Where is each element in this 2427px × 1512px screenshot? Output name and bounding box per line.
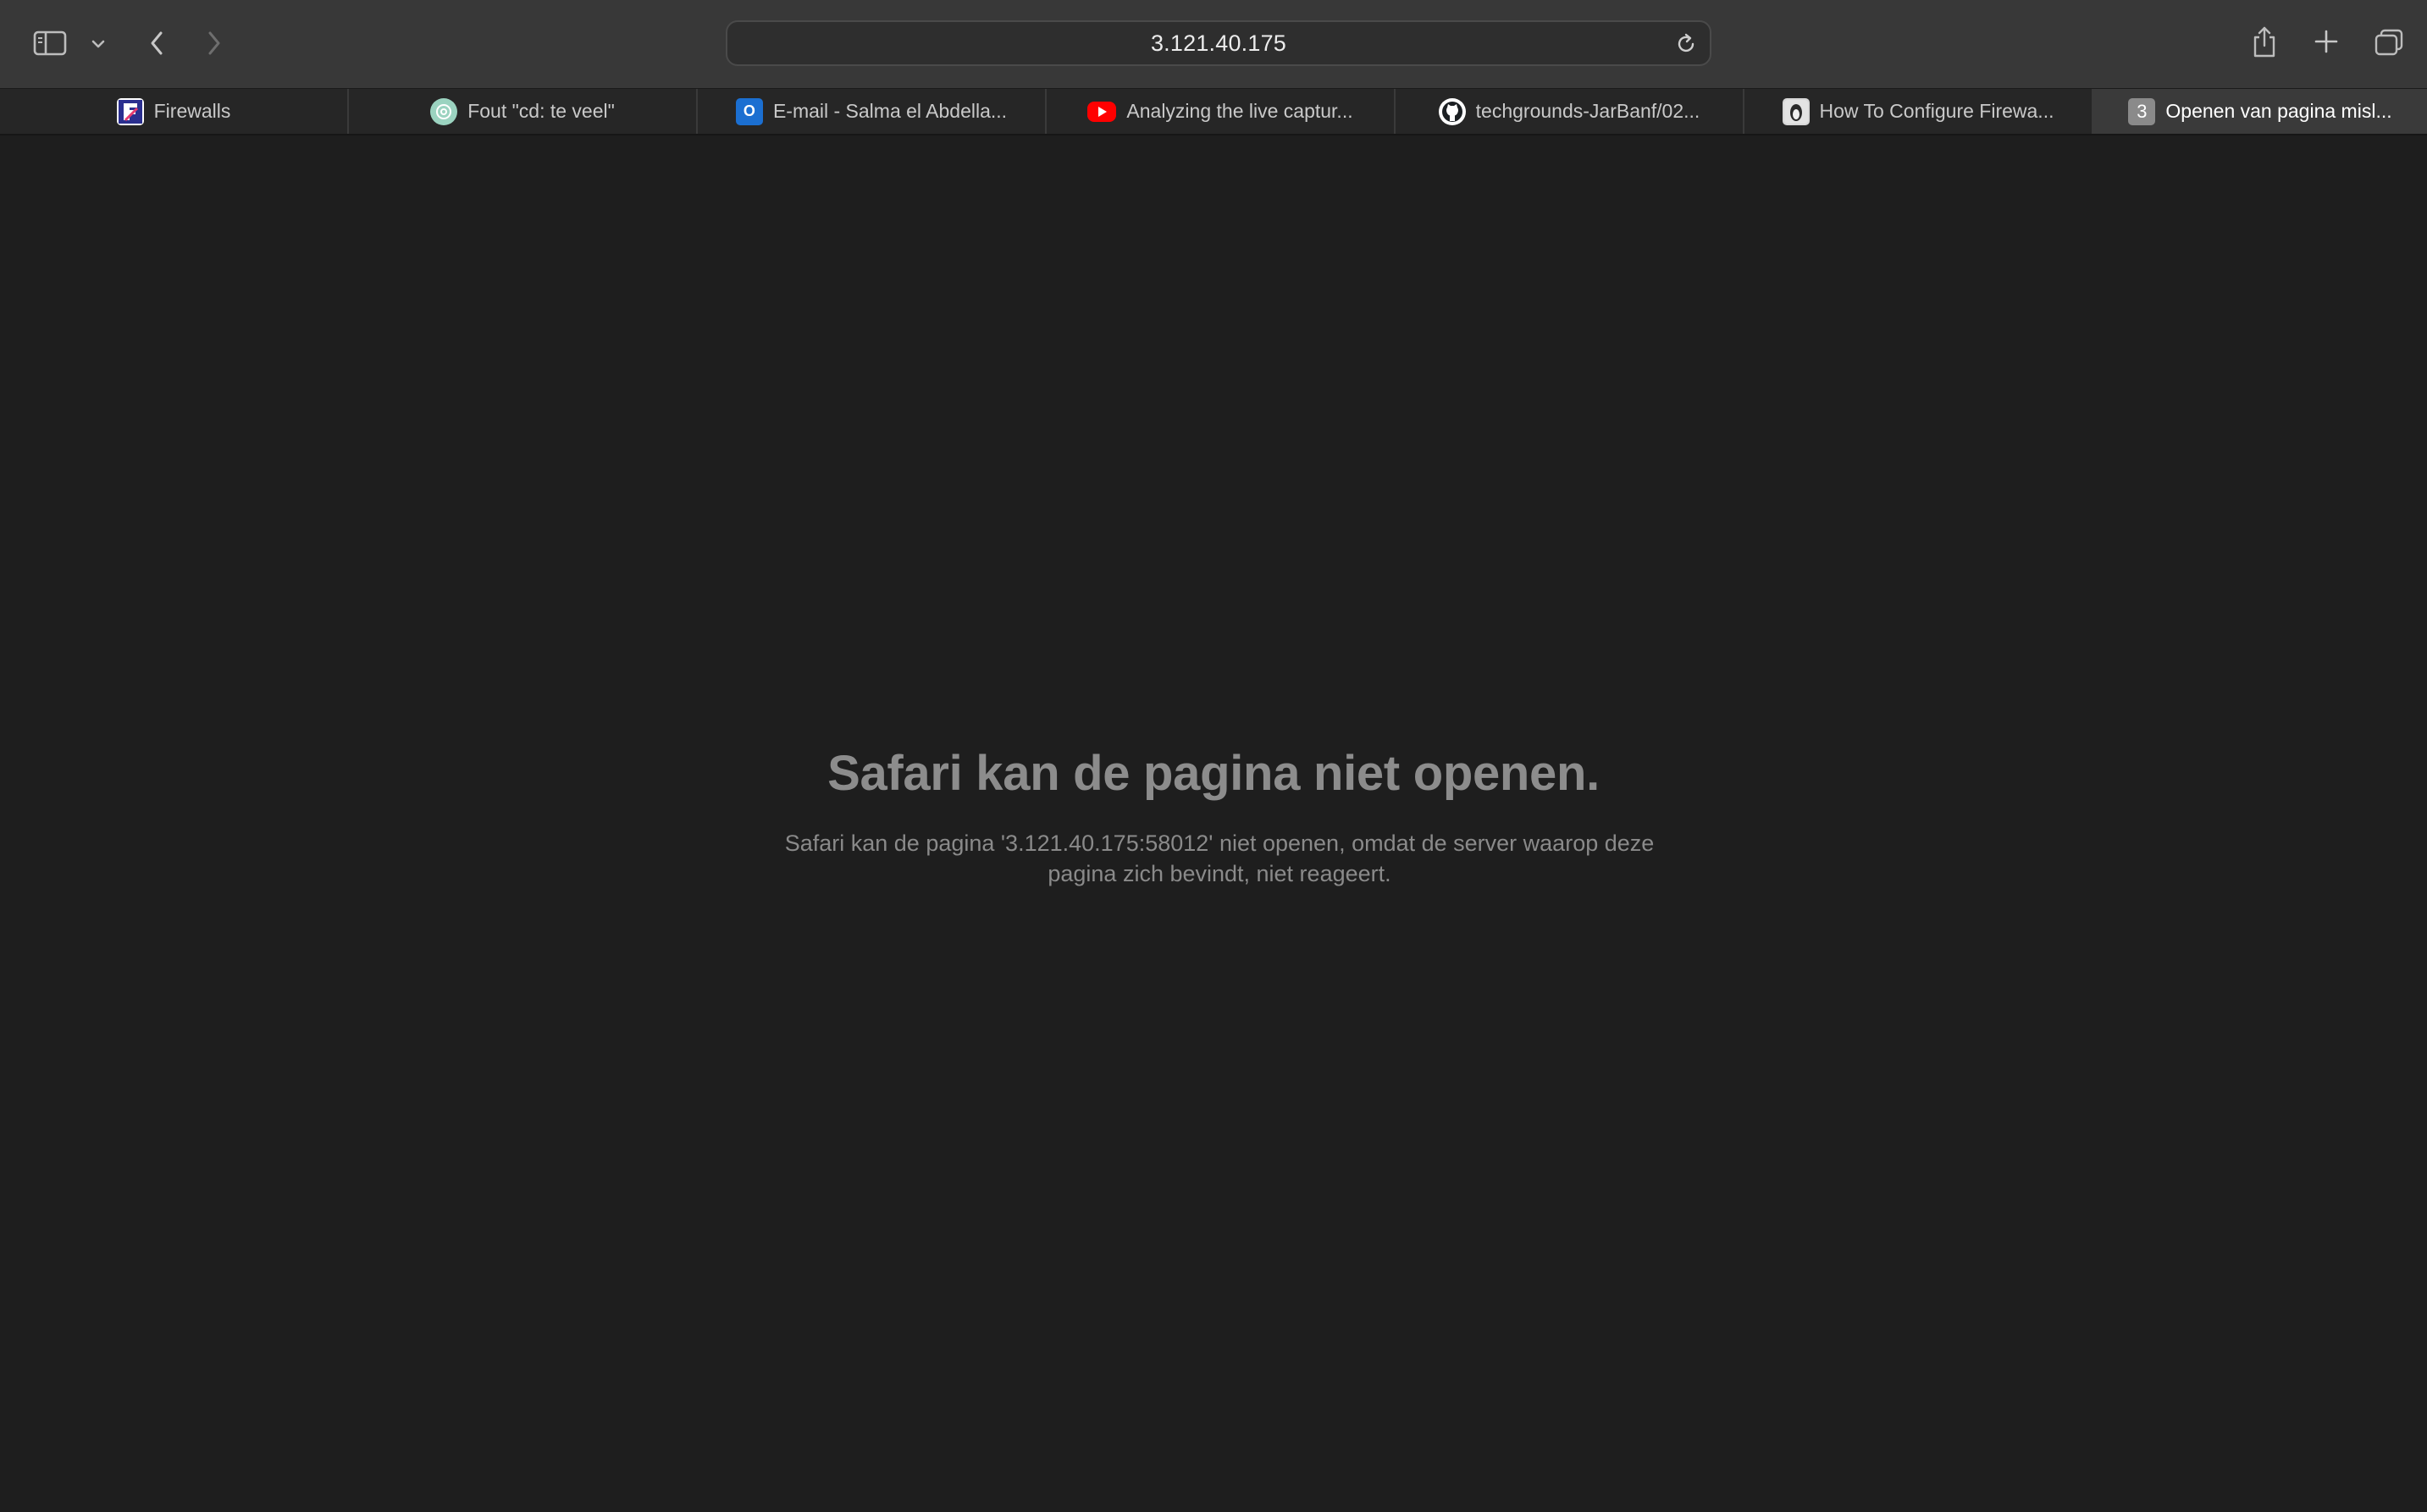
tab-youtube[interactable]: Analyzing the live captur... xyxy=(1047,89,1396,134)
safari-window: 3.121.40.175 Firewalls Fout "cd: te veel… xyxy=(0,0,2427,1512)
tab-label: E-mail - Salma el Abdella... xyxy=(772,100,1008,122)
tab-group-dropdown-button[interactable] xyxy=(88,34,108,54)
error-message: Safari kan de pagina '3.121.40.175:58012… xyxy=(784,830,1655,886)
address-bar[interactable]: 3.121.40.175 xyxy=(726,20,1711,66)
article-favicon-icon xyxy=(1782,97,1810,125)
error-title: Safari kan de pagina niet openen. xyxy=(827,746,1600,801)
sidebar-icon xyxy=(33,30,67,56)
firewalls-favicon-icon xyxy=(116,97,144,125)
tab-label: Analyzing the live captur... xyxy=(1126,100,1353,122)
github-favicon-icon xyxy=(1438,97,1466,125)
reload-button[interactable] xyxy=(1674,32,1698,56)
forward-button[interactable] xyxy=(200,27,229,59)
toolbar: 3.121.40.175 xyxy=(0,0,2427,88)
tab-github[interactable]: techgrounds-JarBanf/02... xyxy=(1396,89,1744,134)
share-icon xyxy=(2253,26,2275,58)
address-text: 3.121.40.175 xyxy=(1150,30,1287,56)
reload-icon xyxy=(1678,33,1694,52)
tab-label: Openen van pagina misl... xyxy=(2165,100,2392,122)
back-button[interactable] xyxy=(142,27,171,59)
tab-outlook[interactable]: O E-mail - Salma el Abdella... xyxy=(698,89,1047,134)
chevron-down-icon xyxy=(91,40,105,48)
tab-firewalls[interactable]: Firewalls xyxy=(0,89,349,134)
tab-label: How To Configure Firewa... xyxy=(1819,100,2054,122)
tab-configure-firewall[interactable]: How To Configure Firewa... xyxy=(1744,89,2093,134)
tab-label: techgrounds-JarBanf/02... xyxy=(1475,100,1700,122)
chevron-left-icon xyxy=(151,31,163,55)
chatgpt-favicon-icon xyxy=(430,97,458,125)
tab-chatgpt[interactable]: Fout "cd: te veel" xyxy=(349,89,698,134)
new-tab-button[interactable] xyxy=(2312,27,2341,56)
tab-overview-button[interactable] xyxy=(2373,27,2405,58)
tab-label: Firewalls xyxy=(153,100,231,122)
plus-icon xyxy=(2314,30,2338,53)
number-favicon-icon: 3 xyxy=(2128,97,2156,125)
youtube-favicon-icon xyxy=(1087,101,1117,122)
tab-label: Fout "cd: te veel" xyxy=(467,100,615,122)
page-content: Safari kan de pagina niet openen. Safari… xyxy=(0,135,2427,1512)
outlook-favicon-icon: O xyxy=(735,97,763,125)
chevron-right-icon xyxy=(208,31,220,55)
share-button[interactable] xyxy=(2249,24,2280,61)
sidebar-toggle-button[interactable] xyxy=(32,29,68,58)
tab-bar: Firewalls Fout "cd: te veel" O E-mail - … xyxy=(0,88,2427,135)
tab-overview-icon xyxy=(2374,29,2403,56)
tab-openen-van-pagina[interactable]: 3 Openen van pagina misl... xyxy=(2093,89,2427,134)
